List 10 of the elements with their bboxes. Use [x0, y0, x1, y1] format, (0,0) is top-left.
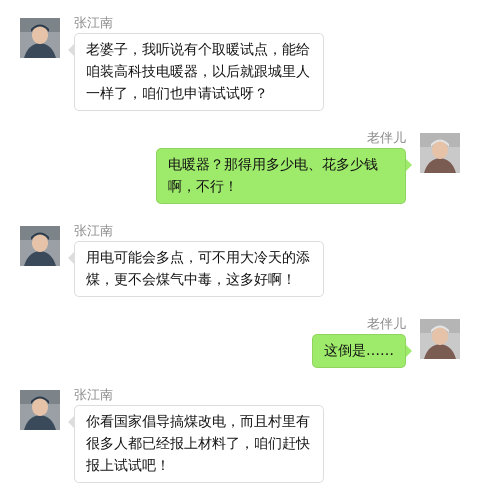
message-bubble: 你看国家倡导搞煤改电，而且村里有很多人都已经报上材料了，咱们赶快报上试试吧！ — [74, 405, 324, 483]
message-bubble: 这倒是…… — [312, 334, 406, 368]
message-bubble: 老婆子，我听说有个取暖试点，能给咱装高科技电暖器，以后就跟城里人一样了，咱们也申请试试呀？ — [74, 33, 324, 111]
message-bubble: 用电可能会多点，可不用大冷天的添煤，更不会煤气中毒，这多好啊！ — [74, 241, 324, 297]
message-bubble: 电暖器？那得用多少电、花多少钱啊，不行！ — [156, 148, 406, 204]
sender-name: 张江南 — [74, 388, 114, 403]
sender-name: 老伴儿 — [367, 317, 406, 332]
sender-name: 张江南 — [74, 16, 114, 31]
sender-name: 张江南 — [74, 224, 114, 239]
sender-name: 老伴儿 — [367, 131, 406, 146]
